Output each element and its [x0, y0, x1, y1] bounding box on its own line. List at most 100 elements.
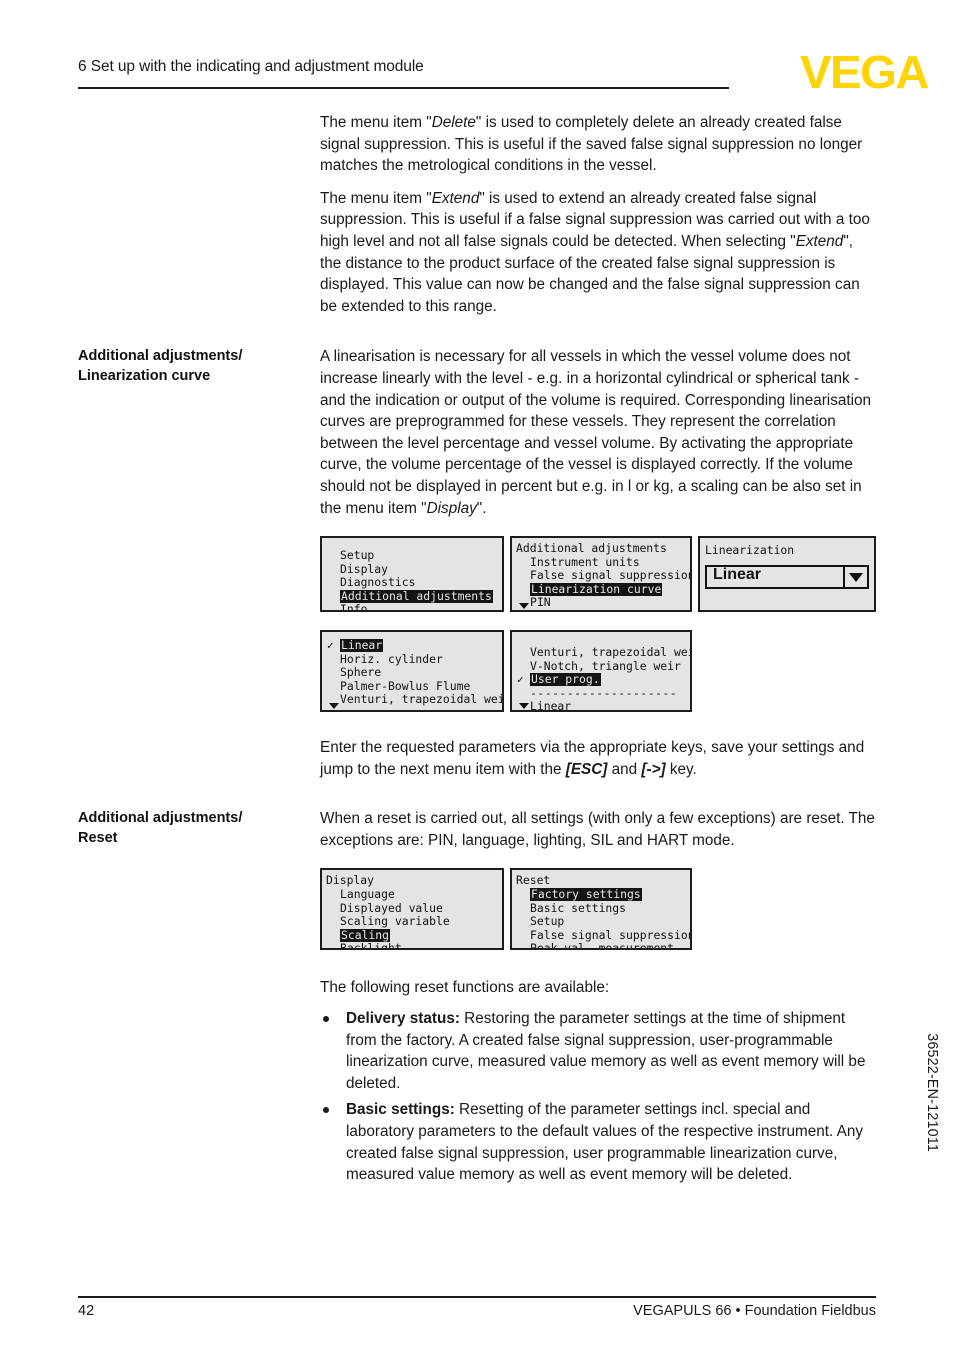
body-column-enter: Enter the requested parameters via the a…	[320, 737, 876, 780]
lcd-item-basic-settings[interactable]: Basic settings	[512, 900, 690, 916]
scroll-down-arrow-icon[interactable]	[519, 603, 529, 610]
footer-product-line: VEGAPULS 66 • Foundation Fieldbus	[633, 1303, 876, 1319]
bullet-term-basic-settings: Basic settings:	[346, 1101, 455, 1119]
lcd-curve-list-1-inner: ✓ Linear Horiz. cylinder Sphere Palmer-B…	[322, 632, 502, 710]
block-linearization: Additional adjustments/ Linearization cu…	[78, 346, 876, 519]
scroll-down-arrow-icon[interactable]	[519, 703, 529, 710]
lcd-item-palmer-bowlus[interactable]: Palmer-Bowlus Flume	[322, 678, 502, 694]
lcd-item-vnotch-label: V-Notch, triangle weir	[530, 658, 681, 673]
lcd-item-factory-settings-label: Factory settings	[530, 887, 642, 902]
lcd-item-language[interactable]: Language	[322, 887, 502, 902]
lcd-item-peak-val-label: Peak val. measurement	[530, 941, 675, 951]
lcd-item-instrument-units[interactable]: Instrument units	[512, 554, 690, 570]
lcd-item-pin[interactable]: PIN	[512, 596, 690, 610]
bullet-term-delivery-status: Delivery status:	[346, 1010, 460, 1028]
lcd-main-menu-inner: Setup Display Diagnostics Additional adj…	[322, 538, 502, 610]
lcd-additional-inner: Additional adjustments Instrument units …	[512, 538, 690, 610]
lcd-item-venturi-label: Venturi, trapezoidal weir	[340, 692, 504, 707]
lcd-title-additional-adjustments: Additional adjustments	[516, 541, 667, 556]
lcd-item-displayed-value-label: Displayed value	[340, 900, 443, 915]
lcd-item-vnotch[interactable]: V-Notch, triangle weir	[512, 658, 690, 674]
lcd-item-display[interactable]: Display	[322, 562, 502, 577]
p3-text-a: A linearisation is necessary for all ves…	[320, 348, 872, 517]
p4-text-c: key.	[665, 760, 697, 778]
lcd-item-linear-2-label: Linear	[530, 699, 572, 713]
lcd-item-date-time[interactable]: Date/Time	[512, 609, 690, 610]
marginal-reset-line1: Additional adjustments/	[78, 810, 243, 827]
lcd-item-setup-reset-label: Setup	[530, 914, 565, 929]
body-column: The menu item "Delete" is used to comple…	[320, 112, 876, 317]
lcd-item-venturi-2[interactable]: Venturi, trapezoidal weir	[512, 645, 690, 660]
lcd-item-backlight-label: Backlight	[340, 941, 402, 951]
lcd-item-scaling[interactable]: Scaling	[322, 927, 502, 943]
header-divider	[78, 87, 729, 89]
lcd-item-venturi[interactable]: Venturi, trapezoidal weir	[322, 693, 502, 707]
list-item: Basic settings: Resetting of the paramet…	[320, 1099, 876, 1185]
dropdown-arrow-icon[interactable]	[843, 567, 867, 588]
lcd-item-additional-adjustments[interactable]: Additional adjustments	[322, 588, 502, 604]
lcd-item-pin-label: PIN	[530, 595, 551, 610]
figure-row-linearization-1: Setup Display Diagnostics Additional adj…	[320, 536, 876, 624]
linearization-select[interactable]: Linear	[705, 565, 869, 590]
p3-emphasis-display: Display	[426, 499, 477, 517]
body-column-linearization: A linearisation is necessary for all ves…	[320, 346, 876, 519]
lcd-title-reset: Reset	[516, 873, 551, 888]
paragraph-reset: When a reset is carried out, all setting…	[320, 810, 875, 849]
marginal-reset-line2: Reset	[78, 830, 118, 847]
lcd-item-setup-reset[interactable]: Setup	[512, 914, 690, 929]
lcd-separator: --------------------	[530, 685, 678, 700]
lcd-item-sphere[interactable]: Sphere	[322, 665, 502, 680]
p4-key-esc: [ESC]	[565, 760, 608, 778]
lcd-item-peak-val[interactable]: Peak val. measurement	[512, 941, 690, 951]
lcd-item-diagnostics[interactable]: Diagnostics	[322, 575, 502, 590]
lcd-item-backlight[interactable]: Backlight	[322, 941, 502, 951]
check-icon-linear: ✓	[327, 639, 334, 653]
lcd-title-linearization: Linearization	[705, 543, 795, 558]
lcd-item-basic-settings-label: Basic settings	[530, 900, 627, 915]
lcd-item-horiz-cylinder[interactable]: Horiz. cylinder	[322, 651, 502, 667]
page-content: The menu item "Delete" is used to comple…	[78, 112, 876, 1191]
body-column-reset-functions: The following reset functions are availa…	[320, 977, 876, 1185]
lcd-item-user-prog[interactable]: ✓ User prog.	[512, 673, 690, 687]
marginal-linearization-line1: Additional adjustments/	[78, 348, 243, 365]
lcd-panel-reset-menu: Reset Factory settings Basic settings Se…	[510, 868, 692, 951]
lcd-item-palmer-bowlus-label: Palmer-Bowlus Flume	[340, 678, 471, 693]
chapter-title: 6 Set up with the indicating and adjustm…	[78, 58, 424, 75]
lcd-item-false-signal-reset-label: False signal suppression	[530, 927, 692, 942]
lcd-item-linearization-curve[interactable]: Linearization curve	[512, 582, 690, 597]
lcd-item-linear-2[interactable]: Linear	[512, 699, 690, 713]
lcd-item-false-signal-reset[interactable]: False signal suppression	[512, 927, 692, 943]
lcd-item-linear[interactable]: ✓ Linear	[322, 639, 502, 653]
reset-functions-list: Delivery status: Restoring the parameter…	[320, 1008, 876, 1186]
lcd-item-scaling-variable[interactable]: Scaling variable	[322, 914, 502, 929]
lcd-item-setup[interactable]: Setup	[322, 548, 502, 563]
lcd-item-false-signal-suppression[interactable]: False signal suppression	[512, 568, 690, 583]
lcd-panel-linearization-dropdown: Linearization Linear	[698, 536, 876, 613]
lcd-item-language-label: Language	[340, 887, 395, 902]
p4-key-arrow: [->]	[641, 760, 666, 778]
lcd-item-horiz-cylinder-label: Horiz. cylinder	[340, 651, 443, 666]
lcd-item-info[interactable]: Info	[322, 602, 502, 613]
lcd-item-factory-settings[interactable]: Factory settings	[512, 888, 690, 902]
lcd-item-instrument-units-label: Instrument units	[530, 554, 640, 569]
paragraph-extend: The menu item "Extend" is used to extend…	[320, 188, 876, 318]
chevron-down-icon	[849, 573, 863, 583]
lcd-item-setup-label: Setup	[340, 548, 375, 563]
lcd-item-info-label: Info	[340, 602, 368, 613]
marginal-heading-linearization: Additional adjustments/ Linearization cu…	[78, 346, 306, 386]
bullet-dot-icon	[323, 1107, 329, 1114]
lcd-item-scaling-variable-label: Scaling variable	[340, 914, 450, 929]
lcd-item-displayed-value[interactable]: Displayed value	[322, 900, 502, 916]
lcd-panel-display-menu: Display Language Displayed value Scaling…	[320, 868, 504, 951]
marginal-heading-reset: Additional adjustments/ Reset	[78, 808, 306, 848]
paragraph-enter-parameters: Enter the requested parameters via the a…	[320, 737, 876, 780]
p1-text-a: The menu item "	[320, 114, 432, 131]
lcd-item-scaling-label: Scaling	[340, 927, 391, 942]
figure-row-linearization-2: ✓ Linear Horiz. cylinder Sphere Palmer-B…	[320, 630, 876, 722]
list-item: Delivery status: Restoring the parameter…	[320, 1008, 876, 1094]
lcd-item-additional-adjustments-label: Additional adjustments	[340, 588, 493, 603]
p2-text-a: The menu item "	[320, 189, 432, 207]
paragraph-linearisation: A linearisation is necessary for all ves…	[320, 346, 876, 519]
scroll-down-arrow-icon[interactable]	[329, 703, 339, 710]
p2-emphasis-extend-1: Extend	[431, 189, 480, 207]
